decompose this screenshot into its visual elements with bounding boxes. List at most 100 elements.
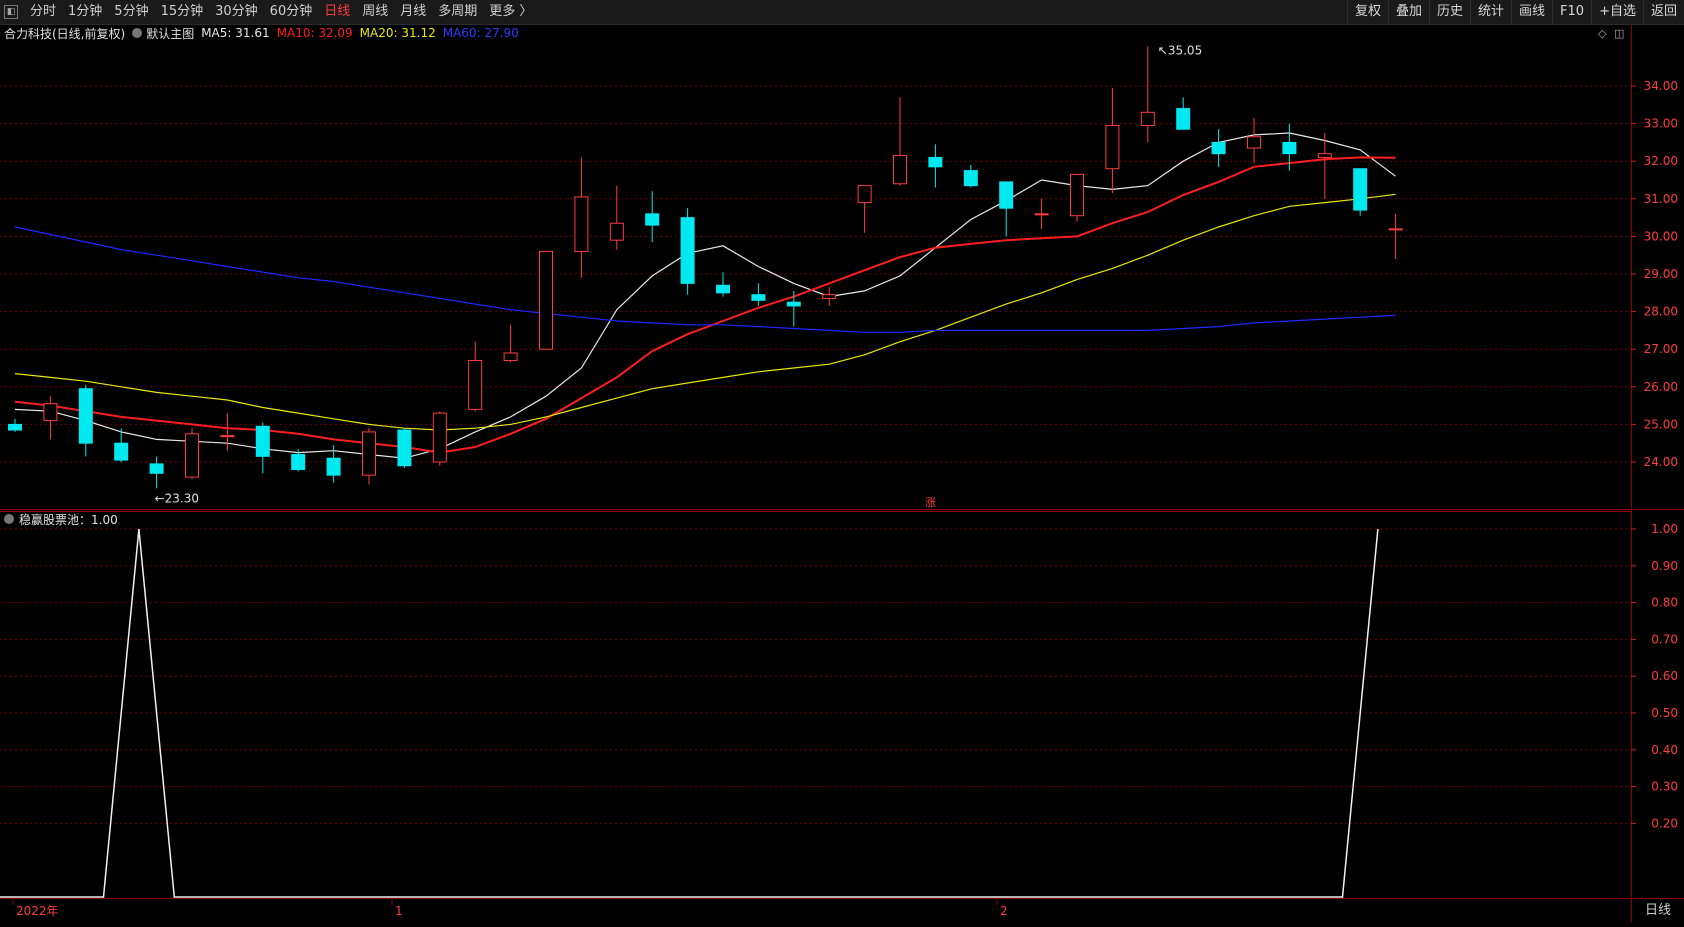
period-label[interactable]: 日线: [1631, 898, 1684, 922]
candle-body: [1388, 228, 1403, 231]
price-axis: 34.00 33.00 32.00 31.00 30.00 29.00 28.00 27.00…: [1631, 25, 1684, 898]
indicator-tick-label: 0.60: [1651, 669, 1678, 683]
price-tick-label: 31.00: [1644, 192, 1678, 206]
tab-8[interactable]: 月线: [394, 0, 432, 24]
candle-body: [963, 170, 978, 187]
candle-body: [185, 433, 199, 478]
price-chart[interactable]: ↖35.05 ←23.30 涨 ◇ ◫: [0, 25, 1631, 510]
candle-body: [609, 222, 624, 241]
candle-body: [999, 181, 1014, 209]
candle-body: [822, 294, 837, 299]
tool-button-0[interactable]: 复权: [1346, 0, 1388, 24]
ma-line-ma10: [14, 156, 1396, 454]
indicator-tick-label: 0.20: [1651, 816, 1678, 830]
low-price-label: ←23.30: [155, 491, 199, 505]
candle-body: [78, 388, 93, 444]
tab-5[interactable]: 60分钟: [264, 0, 319, 24]
candle-body: [8, 423, 22, 431]
tab-6[interactable]: 日线: [318, 0, 356, 24]
panel-toggle-icon[interactable]: ◧: [4, 5, 18, 19]
tab-9[interactable]: 多周期: [432, 0, 483, 24]
layout-icon: ◫: [1614, 27, 1624, 40]
candle-body: [362, 431, 376, 476]
main-legend: 合力科技(日线,前复权) 默认主图 MA5: 31.61 MA10: 32.09…: [4, 25, 526, 41]
high-price-label: ↖35.05: [1158, 44, 1202, 58]
candle-body: [1282, 141, 1297, 155]
candle-body: [928, 156, 943, 168]
mid-marker: 涨: [925, 496, 936, 509]
price-tick-label: 24.00: [1644, 455, 1678, 469]
candle-body: [114, 442, 129, 461]
candle-body: [857, 185, 872, 204]
price-tick-label: 25.00: [1644, 417, 1678, 431]
tool-button-7[interactable]: 返回: [1642, 0, 1684, 24]
indicator-tick-label: 0.80: [1651, 596, 1678, 610]
date-label: 1: [395, 904, 403, 918]
tool-button-3[interactable]: 统计: [1470, 0, 1511, 24]
candle-body: [680, 217, 695, 284]
indicator-chart[interactable]: [0, 511, 1631, 898]
ma5-value: MA5: 31.61: [201, 26, 270, 40]
tab-4[interactable]: 30分钟: [209, 0, 264, 24]
ma20-value: MA20: 31.12: [359, 26, 436, 40]
settings-icon: ◇: [1598, 27, 1607, 40]
indicator-dropdown-icon[interactable]: [4, 514, 14, 524]
candle-body: [326, 457, 341, 476]
tool-button-2[interactable]: 历史: [1429, 0, 1470, 24]
tab-7[interactable]: 周线: [356, 0, 394, 24]
stock-name[interactable]: 合力科技(日线,前复权): [4, 25, 125, 42]
candle-body: [291, 453, 306, 471]
candle-body: [1034, 213, 1049, 216]
tool-button-4[interactable]: 画线: [1511, 0, 1552, 24]
indicator-name[interactable]: 稳赢股票池：1.00: [19, 511, 118, 528]
candle-body: [645, 213, 660, 226]
indicator-tick-label: 0.50: [1651, 706, 1678, 720]
tool-buttons: 复权 叠加 历史 统计 画线 F10 +自选 返回: [1346, 0, 1684, 24]
tool-button-5[interactable]: F10: [1552, 0, 1591, 24]
ma-line-ma20: [14, 193, 1396, 431]
date-axis: 2022年 1 2: [0, 898, 1684, 923]
candle-body: [893, 155, 907, 185]
date-label: 2: [1000, 904, 1008, 918]
candle-body: [397, 429, 412, 467]
price-tick-label: 26.00: [1644, 380, 1678, 394]
indicator-tick-label: 0.90: [1651, 559, 1678, 573]
candle-body: [1070, 173, 1084, 217]
candle-body: [1211, 141, 1226, 155]
template-dropdown-icon[interactable]: [132, 28, 143, 38]
ma60-value: MA60: 27.90: [442, 26, 519, 40]
candle-body: [1247, 136, 1261, 149]
price-tick-label: 32.00: [1644, 154, 1678, 168]
candle-body: [468, 359, 483, 410]
tab-10[interactable]: 更多 〉: [483, 0, 538, 24]
indicator-tick-label: 0.30: [1651, 780, 1678, 794]
candle-body: [539, 250, 553, 350]
candle-body: [786, 301, 801, 307]
candle-body: [1140, 111, 1155, 126]
tab-2[interactable]: 5分钟: [108, 0, 154, 24]
tab-0[interactable]: 分时: [24, 0, 62, 24]
tab-3[interactable]: 15分钟: [155, 0, 210, 24]
candle-body: [1317, 153, 1332, 158]
ma10-value: MA10: 32.09: [276, 26, 353, 40]
price-tick-label: 29.00: [1644, 267, 1678, 281]
date-label: 2022年: [16, 904, 59, 918]
tool-button-6[interactable]: +自选: [1591, 0, 1643, 24]
candle-body: [149, 463, 164, 474]
template-name[interactable]: 默认主图: [146, 25, 194, 42]
candle-body: [432, 412, 447, 463]
indicator-tick-label: 0.70: [1651, 632, 1678, 646]
indicator-tick-label: 0.40: [1651, 743, 1678, 757]
price-tick-label: 30.00: [1644, 229, 1678, 243]
price-tick-label: 34.00: [1644, 79, 1678, 93]
tab-1[interactable]: 1分钟: [62, 0, 108, 24]
ma-line-ma60: [14, 226, 1396, 333]
candle-body: [1353, 168, 1368, 211]
candle-body: [574, 196, 589, 252]
tool-button-1[interactable]: 叠加: [1387, 0, 1429, 24]
period-toolbar: ◧ 分时 1分钟 5分钟 15分钟 30分钟 60分钟 日线 周线 月线 多周期 更多 〉 复权 叠加…: [0, 0, 1684, 25]
candle-body: [1176, 108, 1191, 130]
price-tick-label: 33.00: [1644, 117, 1678, 131]
candle-body: [220, 435, 235, 438]
candle-body: [1105, 124, 1120, 170]
